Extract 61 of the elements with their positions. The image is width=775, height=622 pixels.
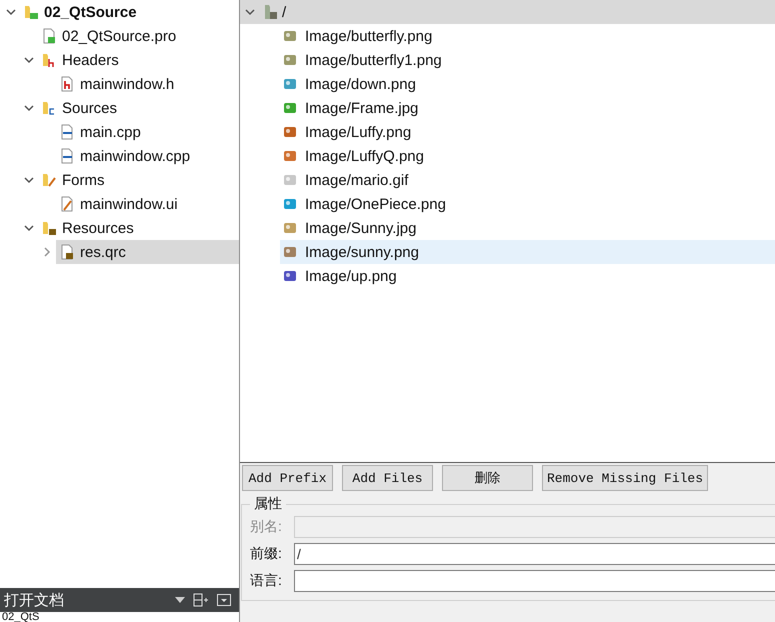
image-icon [283, 53, 297, 67]
tree-item[interactable]: res.qrc [56, 240, 239, 264]
file-icon [59, 244, 75, 260]
image-icon [283, 125, 297, 139]
field-label: 别名: [250, 518, 283, 536]
tree-item[interactable]: Image/up.png [280, 264, 775, 288]
tree-item[interactable]: mainwindow.h [56, 72, 239, 96]
split-icon[interactable] [193, 593, 209, 607]
dropdown-icon[interactable] [175, 597, 185, 603]
image-icon [283, 221, 297, 235]
tree-item[interactable]: / [264, 4, 286, 20]
action-button[interactable]: Add Files [342, 465, 433, 491]
image-icon [283, 197, 297, 211]
tree-item[interactable]: Image/Sunny.jpg [280, 216, 775, 240]
tree-item[interactable]: Image/LuffyQ.png [280, 144, 775, 168]
tree-item[interactable]: 02_QtSource [20, 0, 239, 24]
action-button[interactable]: 删除 [442, 465, 533, 491]
close-panel-icon[interactable] [217, 594, 231, 606]
tree-item[interactable]: Image/Frame.jpg [280, 96, 775, 120]
tree-item[interactable]: Image/OnePiece.png [280, 192, 775, 216]
tree-item[interactable]: Headers [38, 48, 239, 72]
file-icon [41, 28, 57, 44]
tree-item[interactable]: 02_QtSource.pro [38, 24, 239, 48]
tree-item[interactable]: Forms [38, 168, 239, 192]
file-icon [59, 148, 75, 164]
folder-icon [41, 172, 57, 188]
tree-item[interactable]: Sources [38, 96, 239, 120]
file-icon [59, 76, 75, 92]
image-icon [283, 173, 297, 187]
tree-item[interactable]: mainwindow.cpp [56, 144, 239, 168]
action-button[interactable]: Add Prefix [242, 465, 333, 491]
folder-icon [41, 220, 57, 236]
tree-item[interactable]: Resources [38, 216, 239, 240]
tree-item[interactable]: Image/mario.gif [280, 168, 775, 192]
image-icon [283, 29, 297, 43]
image-icon [283, 77, 297, 91]
tree-item[interactable]: main.cpp [56, 120, 239, 144]
folder-icon [264, 4, 278, 20]
file-icon [59, 124, 75, 140]
folder-icon [41, 100, 57, 116]
group-title: 属性 [253, 495, 283, 513]
field-label: 前缀: [250, 544, 283, 562]
input-field[interactable]: / [294, 542, 775, 564]
folder-icon [41, 52, 57, 68]
input-field[interactable] [294, 570, 775, 592]
tree-item[interactable]: Image/down.png [280, 72, 775, 96]
image-icon [283, 269, 297, 283]
tree-item[interactable]: Image/butterfly.png [280, 24, 775, 48]
folder-icon [23, 4, 39, 20]
file-icon [59, 196, 75, 212]
document-item[interactable]: 02_QtS [0, 612, 239, 622]
image-icon [283, 149, 297, 163]
panel-title: 打开文档 [4, 590, 65, 610]
tree-item[interactable]: mainwindow.ui [56, 192, 239, 216]
field-label: 语言: [250, 572, 283, 590]
action-button[interactable]: Remove Missing Files [542, 465, 708, 491]
image-icon [283, 101, 297, 115]
tree-item[interactable]: Image/butterfly1.png [280, 48, 775, 72]
tree-item[interactable]: Image/sunny.png [280, 240, 775, 264]
image-icon [283, 245, 297, 259]
tree-item[interactable]: Image/Luffy.png [280, 120, 775, 144]
